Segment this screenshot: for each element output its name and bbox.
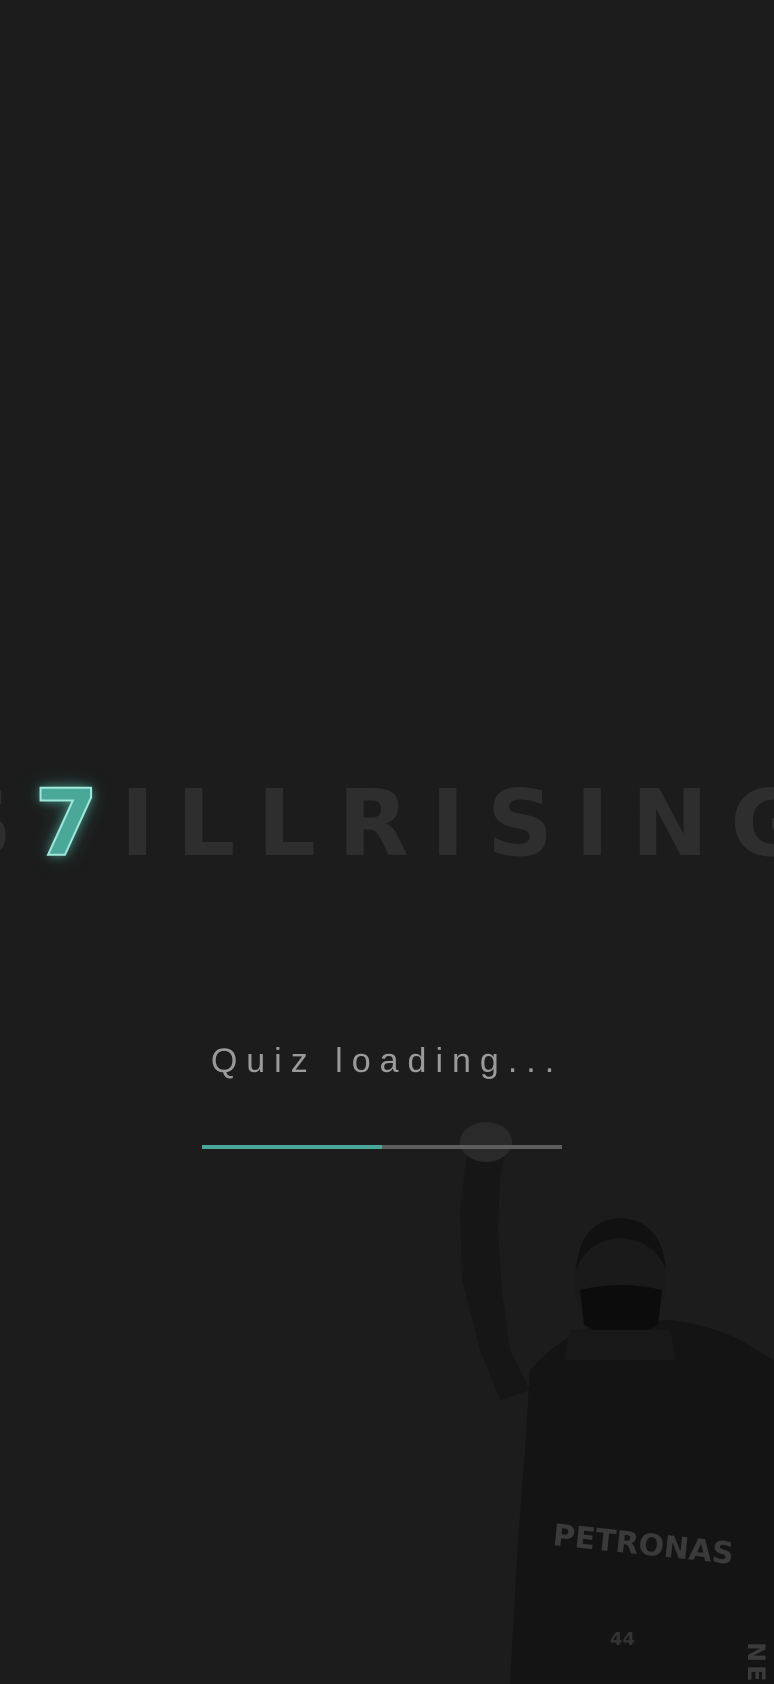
logo-suffix: ILLRISING bbox=[120, 770, 774, 877]
logo-digit: 7 bbox=[33, 770, 121, 877]
logo-prefix: S bbox=[0, 778, 34, 870]
app-logo: S 7 ILLRISING bbox=[0, 770, 774, 877]
splash-screen: PETRONAS 44 NE S 7 ILLRISING Quiz loadin… bbox=[0, 0, 774, 1684]
loading-text: Quiz loading... bbox=[210, 1042, 564, 1080]
progress-fill bbox=[202, 1145, 382, 1149]
suit-side-text: NE bbox=[742, 1641, 770, 1684]
driver-photo: PETRONAS 44 bbox=[460, 1122, 774, 1684]
progress-bar bbox=[202, 1145, 562, 1149]
suit-number-text: 44 bbox=[610, 1629, 635, 1650]
